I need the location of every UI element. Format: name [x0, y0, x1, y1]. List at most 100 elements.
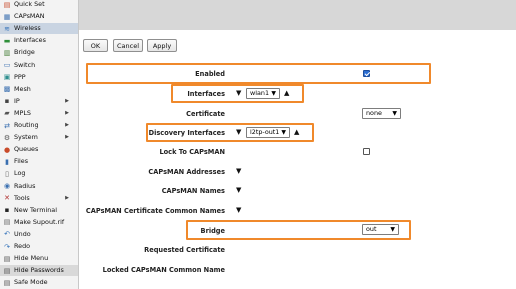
mesh-icon: ▩ [3, 85, 11, 94]
chevron-down-icon: ▼ [392, 110, 397, 117]
sidebar-item-interfaces[interactable]: ▬ Interfaces [0, 35, 78, 46]
queues-icon: ● [3, 145, 11, 154]
sidebar-item-label: Make Supout.rif [14, 217, 65, 226]
quick-set-icon: ▤ [3, 0, 11, 9]
sidebar-item-label: MPLS [14, 108, 31, 117]
sidebar-item-label: Hide Menu [14, 254, 49, 263]
submenu-arrow-icon: ▶ [65, 194, 69, 201]
sidebar-item-label: Bridge [14, 48, 35, 57]
tools-icon: ✕ [4, 194, 10, 203]
supout-icon: ▤ [3, 218, 11, 227]
sidebar-item-new-terminal[interactable]: ▪ New Terminal [0, 205, 78, 216]
sidebar-item-radius[interactable]: ◉ Radius [0, 181, 78, 192]
sidebar-item-quick-set[interactable]: ▤ Quick Set [0, 0, 78, 10]
capsman-icon: ▦ [3, 12, 11, 21]
sidebar-item-label: Queues [14, 145, 39, 154]
sidebar-item-label: CAPsMAN [14, 12, 45, 21]
apply-button[interactable]: Apply [147, 39, 177, 52]
capsman-cert-common-names-label: CAPsMAN Certificate Common Names [85, 207, 225, 215]
cancel-button[interactable]: Cancel [113, 39, 143, 52]
sidebar-item-hide-passwords[interactable]: ▤ Hide Passwords [0, 265, 78, 277]
system-icon: ⚙ [3, 133, 11, 142]
requested-certificate-label: Requested Certificate [144, 246, 225, 254]
capsman-cert-common-names-expand-icon[interactable]: ▼ [236, 206, 241, 214]
sidebar-item-ppp[interactable]: ▣ PPP [0, 72, 78, 83]
sidebar-menu: ▤ Quick Set ▦ CAPsMAN ≋ Wireless ▬ Interfaces ▥ B… [0, 0, 79, 289]
routing-icon: ⇄ [4, 121, 10, 130]
undo-icon: ↶ [4, 230, 10, 239]
wireless-icon: ≋ [4, 24, 10, 33]
submenu-arrow-icon: ▶ [65, 122, 69, 128]
lock-to-capsman-label: Lock To CAPsMAN [159, 148, 225, 156]
sidebar-item-label: PPP [14, 72, 26, 81]
sidebar-item-switch[interactable]: ▭ Switch [0, 60, 78, 71]
interfaces-highlight-box [171, 84, 304, 103]
sidebar-item-label: System [14, 133, 38, 142]
certificate-value: none [366, 109, 382, 117]
sidebar-item-label: New Terminal [14, 205, 57, 214]
sidebar-item-queues[interactable]: ● Queues [0, 144, 78, 155]
sidebar-item-label: Mesh [14, 84, 31, 93]
sidebar-item-label: Safe Mode [14, 278, 48, 287]
hide-menu-icon: ▤ [3, 254, 11, 263]
switch-icon: ▭ [3, 61, 11, 69]
submenu-arrow-icon: ▶ [65, 97, 69, 104]
capsman-addresses-label: CAPsMAN Addresses [148, 168, 225, 176]
sidebar-item-mesh[interactable]: ▩ Mesh [0, 84, 78, 95]
ip-icon: ▪ [4, 97, 10, 106]
sidebar-item-tools[interactable]: ✕ Tools ▶ [0, 193, 78, 204]
window-title-bar [79, 0, 516, 30]
sidebar-item-log[interactable]: ▯ Log [0, 168, 78, 179]
sidebar-item-label: Switch [14, 60, 36, 69]
sidebar-item-label: Radius [14, 181, 36, 190]
sidebar-item-make-supout-rif[interactable]: ▤ Make Supout.rif [0, 217, 78, 228]
locked-capsman-common-name-label: Locked CAPsMAN Common Name [102, 266, 225, 274]
sidebar-item-files[interactable]: ▮ Files [0, 156, 78, 167]
sidebar-item-wireless[interactable]: ≋ Wireless [0, 23, 78, 35]
sidebar-item-label: Log [14, 169, 26, 178]
submenu-arrow-icon: ▶ [65, 109, 69, 116]
sidebar-item-safe-mode[interactable]: ▤ Safe Mode [0, 277, 78, 288]
log-icon: ▯ [5, 169, 9, 178]
ok-button[interactable]: OK [83, 39, 108, 52]
files-icon: ▮ [5, 157, 9, 166]
capsman-addresses-expand-icon[interactable]: ▼ [236, 167, 241, 175]
sidebar-item-label: Wireless [14, 24, 41, 33]
sidebar-item-label: Undo [14, 229, 31, 238]
certificate-select[interactable]: none ▼ [362, 108, 401, 119]
capsman-names-label: CAPsMAN Names [161, 187, 225, 195]
certificate-label: Certificate [186, 110, 225, 118]
sidebar-item-routing[interactable]: ⇄ Routing ▶ [0, 120, 78, 131]
mpls-icon: ▰ [4, 109, 10, 118]
hide-passwords-icon: ▤ [3, 266, 11, 275]
sidebar-item-label: IP [14, 96, 20, 105]
safe-mode-icon: ▤ [3, 278, 11, 287]
sidebar-item-hide-menu[interactable]: ▤ Hide Menu [0, 253, 78, 264]
submenu-arrow-icon: ▶ [65, 134, 69, 141]
sidebar-item-bridge[interactable]: ▥ Bridge [0, 47, 78, 58]
interfaces-icon: ▬ [3, 36, 11, 45]
enabled-highlight-box [86, 63, 431, 84]
sidebar-item-redo[interactable]: ↷ Redo [0, 241, 78, 252]
sidebar-item-label: Tools [14, 193, 30, 202]
sidebar-item-mpls[interactable]: ▰ MPLS ▶ [0, 108, 78, 119]
sidebar-item-label: Interfaces [14, 36, 46, 45]
sidebar-item-label: Quick Set [14, 0, 45, 8]
capsman-names-expand-icon[interactable]: ▼ [236, 186, 241, 194]
sidebar-item-ip[interactable]: ▪ IP ▶ [0, 96, 78, 107]
sidebar-item-capsman[interactable]: ▦ CAPsMAN [0, 11, 78, 22]
sidebar-item-label: Files [14, 157, 29, 166]
sidebar-item-label: Routing [14, 121, 39, 129]
sidebar-item-system[interactable]: ⚙ System ▶ [0, 132, 78, 143]
bridge-icon: ▥ [3, 48, 11, 57]
discovery-interfaces-highlight-box [146, 123, 314, 142]
sidebar-item-label: Redo [14, 242, 31, 250]
lock-to-capsman-checkbox[interactable] [363, 148, 370, 155]
redo-icon: ↷ [4, 242, 10, 251]
ppp-icon: ▣ [3, 73, 11, 82]
sidebar-item-undo[interactable]: ↶ Undo [0, 229, 78, 240]
terminal-icon: ▪ [4, 206, 10, 215]
radius-icon: ◉ [3, 182, 11, 190]
sidebar-item-label: Hide Passwords [14, 266, 64, 275]
bridge-highlight-box [186, 220, 411, 240]
